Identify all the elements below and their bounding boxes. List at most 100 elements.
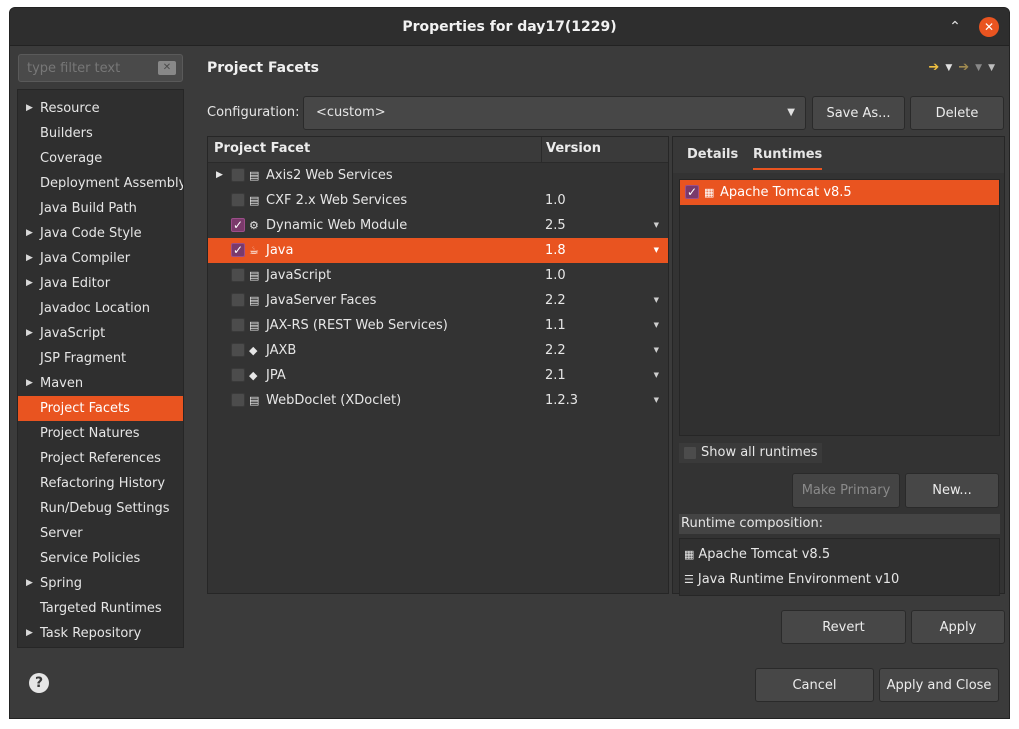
- chevron-right-icon[interactable]: ▶: [26, 571, 33, 596]
- tab-runtimes[interactable]: Runtimes: [753, 147, 823, 170]
- facet-row[interactable]: ▤ JAX-RS (REST Web Services) 1.1 ▼: [208, 313, 668, 338]
- back-dropdown-icon[interactable]: ▼: [945, 63, 952, 73]
- facet-row[interactable]: ▶ ▤ Axis2 Web Services: [208, 163, 668, 188]
- version-dropdown-icon[interactable]: ▼: [654, 338, 659, 363]
- facet-version[interactable]: 2.1: [545, 363, 566, 388]
- sidebar-item[interactable]: ▶ Java Code Style: [18, 221, 183, 246]
- facet-version[interactable]: 1.0: [545, 188, 566, 213]
- page-navigation: ➔ ▼ ➔ ▼ ▼: [928, 60, 995, 75]
- revert-button[interactable]: Revert: [781, 610, 906, 644]
- facet-checkbox[interactable]: [231, 368, 245, 382]
- facet-checkbox[interactable]: [231, 268, 245, 282]
- version-dropdown-icon[interactable]: ▼: [654, 288, 659, 313]
- chevron-right-icon[interactable]: ▶: [216, 163, 223, 188]
- facet-version[interactable]: 1.8: [545, 238, 566, 263]
- sidebar-item[interactable]: Refactoring History: [18, 471, 183, 496]
- sidebar-item[interactable]: Run/Debug Settings: [18, 496, 183, 521]
- help-icon[interactable]: ?: [29, 673, 49, 693]
- runtime-row[interactable]: ▦ Apache Tomcat v8.5: [680, 180, 999, 205]
- sidebar-item[interactable]: Server: [18, 521, 183, 546]
- facet-row[interactable]: ◆ JAXB 2.2 ▼: [208, 338, 668, 363]
- collapse-icon[interactable]: ⌃: [945, 17, 965, 37]
- facet-version[interactable]: 2.5: [545, 213, 566, 238]
- facet-version[interactable]: 1.1: [545, 313, 566, 338]
- sidebar-item[interactable]: JSP Fragment: [18, 346, 183, 371]
- facet-row[interactable]: ▤ CXF 2.x Web Services 1.0: [208, 188, 668, 213]
- sidebar-item[interactable]: ▶ Java Compiler: [18, 246, 183, 271]
- facet-version[interactable]: 1.2.3: [545, 388, 578, 413]
- sidebar-item[interactable]: Coverage: [18, 146, 183, 171]
- facet-checkbox[interactable]: [231, 293, 245, 307]
- column-header-facet[interactable]: Project Facet: [214, 141, 310, 156]
- show-all-checkbox[interactable]: [683, 446, 697, 460]
- save-as-button[interactable]: Save As...: [812, 96, 905, 130]
- facet-checkbox[interactable]: [231, 318, 245, 332]
- sidebar-item[interactable]: Deployment Assembly: [18, 171, 183, 196]
- close-icon[interactable]: ✕: [979, 17, 999, 37]
- facet-checkbox[interactable]: [231, 238, 245, 263]
- facet-row[interactable]: ▤ JavaServer Faces 2.2 ▼: [208, 288, 668, 313]
- runtime-checkbox[interactable]: [685, 180, 699, 205]
- chevron-right-icon[interactable]: ▶: [26, 621, 33, 646]
- facet-checkbox[interactable]: [231, 168, 245, 182]
- chevron-right-icon[interactable]: ▶: [26, 321, 33, 346]
- sidebar-item[interactable]: Service Policies: [18, 546, 183, 571]
- sidebar-item[interactable]: ▶ JavaScript: [18, 321, 183, 346]
- configuration-select[interactable]: <custom> ▼: [303, 96, 806, 130]
- chevron-right-icon[interactable]: ▶: [26, 246, 33, 271]
- column-header-version[interactable]: Version: [546, 141, 601, 156]
- facet-checkbox[interactable]: [231, 343, 245, 357]
- sidebar-item[interactable]: Project Natures: [18, 421, 183, 446]
- sidebar-item[interactable]: Targeted Runtimes: [18, 596, 183, 621]
- sidebar-item[interactable]: ▶ Resource: [18, 96, 183, 121]
- back-arrow-icon[interactable]: ➔: [928, 60, 939, 75]
- facet-row[interactable]: ☕ Java 1.8 ▼: [208, 238, 668, 263]
- filter-input[interactable]: [19, 55, 159, 81]
- sidebar-item[interactable]: ▶ Java Editor: [18, 271, 183, 296]
- chevron-right-icon[interactable]: ▶: [26, 96, 33, 121]
- chevron-right-icon[interactable]: ▶: [26, 271, 33, 296]
- apply-button[interactable]: Apply: [911, 610, 1005, 644]
- sidebar-item[interactable]: Project References: [18, 446, 183, 471]
- facet-checkbox[interactable]: [231, 193, 245, 207]
- forward-dropdown-icon[interactable]: ▼: [975, 63, 982, 73]
- facet-checkbox[interactable]: [231, 213, 245, 238]
- version-dropdown-icon[interactable]: ▼: [654, 313, 659, 338]
- show-all-runtimes-checkbox[interactable]: Show all runtimes: [679, 443, 822, 463]
- sidebar-item[interactable]: Builders: [18, 121, 183, 146]
- view-menu-icon[interactable]: ▼: [988, 63, 995, 73]
- apply-and-close-button[interactable]: Apply and Close: [879, 668, 999, 702]
- facet-version[interactable]: 1.0: [545, 263, 566, 288]
- chevron-right-icon[interactable]: ▶: [26, 371, 33, 396]
- sidebar-item[interactable]: Java Build Path: [18, 196, 183, 221]
- chevron-right-icon[interactable]: ▶: [26, 221, 33, 246]
- sidebar-item[interactable]: Project Facets: [18, 396, 183, 421]
- make-primary-button[interactable]: Make Primary: [792, 473, 900, 508]
- document-icon: ▤: [249, 394, 260, 407]
- version-dropdown-icon[interactable]: ▼: [654, 213, 659, 238]
- facet-row[interactable]: ⚙ Dynamic Web Module 2.5 ▼: [208, 213, 668, 238]
- facet-row[interactable]: ▤ WebDoclet (XDoclet) 1.2.3 ▼: [208, 388, 668, 413]
- sidebar-item[interactable]: ▶ Task Repository: [18, 621, 183, 646]
- facet-row[interactable]: ▤ JavaScript 1.0: [208, 263, 668, 288]
- version-dropdown-icon[interactable]: ▼: [654, 238, 659, 263]
- delete-button[interactable]: Delete: [910, 96, 1004, 130]
- tab-details[interactable]: Details: [687, 147, 738, 162]
- sidebar-item[interactable]: Task Tags: [18, 646, 183, 647]
- filter-box: ✕: [18, 54, 183, 82]
- new-runtime-button[interactable]: New...: [905, 473, 999, 508]
- forward-arrow-icon[interactable]: ➔: [958, 60, 969, 75]
- sidebar-item[interactable]: ▶ Spring: [18, 571, 183, 596]
- version-dropdown-icon[interactable]: ▼: [654, 388, 659, 413]
- cancel-button[interactable]: Cancel: [755, 668, 874, 702]
- facet-checkbox[interactable]: [231, 393, 245, 407]
- clear-filter-icon[interactable]: ✕: [158, 61, 176, 75]
- tab-bar: Details Runtimes: [673, 137, 1004, 173]
- sidebar-item[interactable]: ▶ Maven: [18, 371, 183, 396]
- version-dropdown-icon[interactable]: ▼: [654, 363, 659, 388]
- facet-name: JPA: [266, 368, 286, 383]
- sidebar-item[interactable]: Javadoc Location: [18, 296, 183, 321]
- facet-row[interactable]: ◆ JPA 2.1 ▼: [208, 363, 668, 388]
- facet-version[interactable]: 2.2: [545, 288, 566, 313]
- facet-version[interactable]: 2.2: [545, 338, 566, 363]
